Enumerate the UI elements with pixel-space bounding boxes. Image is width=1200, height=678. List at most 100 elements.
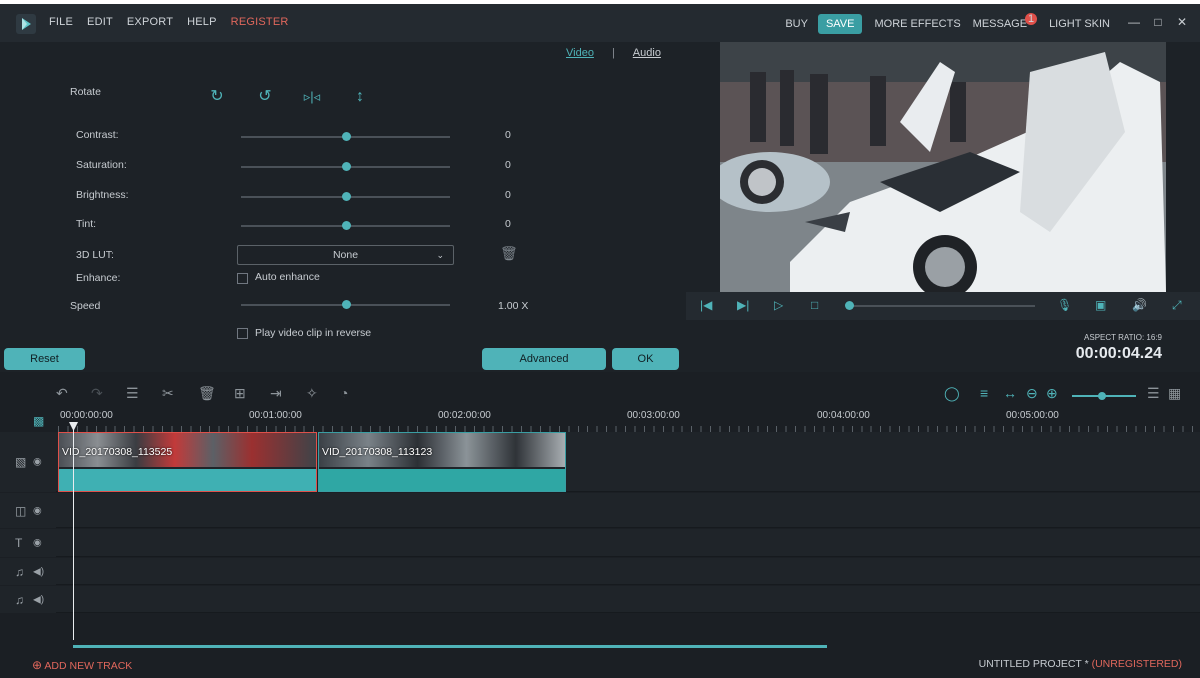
speaker-icon[interactable]: ◀) bbox=[33, 594, 44, 605]
music-track-2[interactable] bbox=[0, 586, 1200, 613]
playhead[interactable] bbox=[73, 424, 74, 640]
split-icon[interactable]: ⇥ bbox=[270, 385, 282, 402]
add-track-button[interactable]: ⊕ ADD NEW TRACK bbox=[32, 658, 132, 672]
skip-back-icon[interactable]: |◀ bbox=[700, 298, 712, 312]
minimize-icon[interactable]: — bbox=[1128, 16, 1140, 28]
saturation-knob[interactable] bbox=[341, 162, 351, 171]
menu-register[interactable]: REGISTER bbox=[231, 16, 289, 28]
video-track-overlay[interactable] bbox=[0, 493, 1200, 528]
cut-icon[interactable]: ✂ bbox=[162, 385, 174, 402]
timeline-ruler[interactable]: 00:00:00:00 00:01:00:00 00:02:00:00 00:0… bbox=[58, 410, 1200, 432]
snap-icon[interactable]: ▩ bbox=[33, 414, 44, 428]
speed-slider[interactable] bbox=[241, 300, 450, 309]
skip-forward-icon[interactable]: ▶| bbox=[737, 298, 749, 312]
timecode: 00:00:04.24 bbox=[1075, 345, 1162, 362]
eye-icon[interactable]: ◉ bbox=[33, 538, 42, 549]
contrast-value: 0 bbox=[505, 129, 511, 141]
reverse-checkbox[interactable] bbox=[237, 328, 248, 339]
lut-select[interactable]: None ⌄ bbox=[237, 245, 454, 265]
menu-export[interactable]: EXPORT bbox=[127, 16, 173, 28]
render-icon[interactable]: ◯ bbox=[944, 385, 960, 402]
zoom-out-icon[interactable]: ⊖ bbox=[1026, 385, 1038, 402]
tint-slider[interactable] bbox=[241, 221, 450, 230]
add-circle-icon: ⊕ bbox=[32, 658, 43, 672]
unregistered-label: (UNREGISTERED) bbox=[1091, 658, 1182, 670]
trash-icon[interactable]: 🗑 bbox=[500, 245, 518, 261]
menu-edit[interactable]: EDIT bbox=[87, 16, 113, 28]
playback-knob[interactable] bbox=[845, 301, 854, 310]
flip-horizontal-icon[interactable]: ▹|◃ bbox=[303, 88, 321, 106]
preview-panel: |◀ ▶| ▷ □ 🎙 ▣ 🔊 ⤢ ASPECT RATIO: 16:9 00:… bbox=[686, 42, 1200, 372]
pin-icon[interactable]: ✧ bbox=[306, 385, 318, 402]
message-button[interactable]: MESSAGE 1 bbox=[973, 13, 1038, 30]
eye-icon[interactable]: ◉ bbox=[33, 457, 42, 468]
microphone-icon[interactable]: 🎙 bbox=[1057, 298, 1072, 312]
adjust-icon[interactable]: ☰ bbox=[126, 385, 139, 402]
color-palette-icon[interactable]: ◔ bbox=[340, 385, 348, 401]
buy-button[interactable]: BUY bbox=[785, 18, 808, 30]
brightness-slider[interactable] bbox=[241, 192, 450, 201]
eye-icon[interactable]: ◉ bbox=[33, 505, 42, 516]
ruler-tick-label: 00:00:00:00 bbox=[60, 410, 113, 421]
track-header-music-2: ♫ ◀) bbox=[0, 586, 56, 613]
timeline-scrollbar[interactable] bbox=[73, 645, 827, 648]
crop-icon[interactable]: ⊞ bbox=[234, 385, 246, 402]
volume-icon[interactable]: 🔊 bbox=[1132, 298, 1147, 312]
contrast-knob[interactable] bbox=[341, 132, 351, 141]
fit-timeline-icon[interactable]: ↔ bbox=[1003, 385, 1017, 401]
playback-controls: |◀ ▶| ▷ □ 🎙 ▣ 🔊 ⤢ bbox=[686, 292, 1200, 320]
rotate-label: Rotate bbox=[70, 86, 101, 98]
reset-button[interactable]: Reset bbox=[4, 348, 85, 370]
video-clip[interactable]: VID_20170308_113123 bbox=[318, 432, 566, 492]
menu-help[interactable]: HELP bbox=[187, 16, 217, 28]
close-icon[interactable]: ✕ bbox=[1176, 16, 1188, 28]
flip-vertical-icon[interactable]: ↕ bbox=[351, 88, 369, 106]
rotate-counterclockwise-icon[interactable]: ↺ bbox=[256, 88, 274, 106]
overlay-icon: ◫ bbox=[15, 503, 27, 518]
video-clip[interactable]: VID_20170308_113525 bbox=[58, 432, 317, 492]
stop-icon[interactable]: □ bbox=[811, 298, 818, 312]
undo-icon[interactable]: ↶ bbox=[56, 385, 68, 402]
grid-view-icon[interactable]: ▦ bbox=[1168, 385, 1181, 402]
music-track-1[interactable] bbox=[0, 558, 1200, 585]
play-icon[interactable]: ▷ bbox=[774, 298, 783, 312]
more-effects-button[interactable]: MORE EFFECTS bbox=[874, 18, 960, 30]
zoom-in-icon[interactable]: ⊕ bbox=[1046, 385, 1058, 402]
tint-knob[interactable] bbox=[341, 221, 351, 230]
delete-icon[interactable]: 🗑 bbox=[198, 385, 216, 402]
playback-progress[interactable] bbox=[845, 301, 1035, 310]
menu-file[interactable]: FILE bbox=[49, 16, 73, 28]
saturation-value: 0 bbox=[505, 159, 511, 171]
rotate-clockwise-icon[interactable]: ↻ bbox=[208, 88, 226, 106]
maximize-icon[interactable]: □ bbox=[1152, 16, 1164, 28]
text-track[interactable] bbox=[0, 529, 1200, 557]
zoom-knob[interactable] bbox=[1098, 392, 1106, 400]
tab-audio[interactable]: Audio bbox=[633, 47, 661, 59]
track-header-text: T ◉ bbox=[0, 529, 56, 557]
film-icon: ▧ bbox=[15, 455, 27, 469]
camera-icon[interactable]: ▣ bbox=[1095, 298, 1106, 312]
redo-icon[interactable]: ↷ bbox=[91, 385, 103, 402]
track-header-music-1: ♫ ◀) bbox=[0, 558, 56, 585]
speed-knob[interactable] bbox=[341, 300, 351, 309]
light-skin-button[interactable]: LIGHT SKIN bbox=[1049, 18, 1110, 30]
brightness-knob[interactable] bbox=[341, 192, 351, 201]
fullscreen-icon[interactable]: ⤢ bbox=[1172, 298, 1182, 313]
project-name: UNTITLED PROJECT * bbox=[978, 658, 1089, 670]
auto-enhance-checkbox[interactable] bbox=[237, 273, 248, 284]
advanced-button[interactable]: Advanced bbox=[482, 348, 606, 370]
contrast-slider[interactable] bbox=[241, 132, 450, 141]
brightness-label: Brightness: bbox=[76, 189, 129, 201]
save-button[interactable]: SAVE bbox=[817, 14, 863, 34]
audio-mixer-icon[interactable]: ≡ bbox=[980, 385, 988, 401]
zoom-slider[interactable] bbox=[1072, 392, 1136, 400]
tab-video[interactable]: Video bbox=[566, 47, 594, 59]
video-preview bbox=[720, 42, 1166, 292]
ok-button[interactable]: OK bbox=[612, 348, 679, 370]
list-view-icon[interactable]: ☰ bbox=[1147, 385, 1160, 402]
chevron-down-icon: ⌄ bbox=[436, 250, 444, 260]
track-header-overlay: ◫ ◉ bbox=[0, 493, 56, 528]
contrast-label: Contrast: bbox=[76, 129, 119, 141]
saturation-slider[interactable] bbox=[241, 162, 450, 171]
speaker-icon[interactable]: ◀) bbox=[33, 566, 44, 577]
